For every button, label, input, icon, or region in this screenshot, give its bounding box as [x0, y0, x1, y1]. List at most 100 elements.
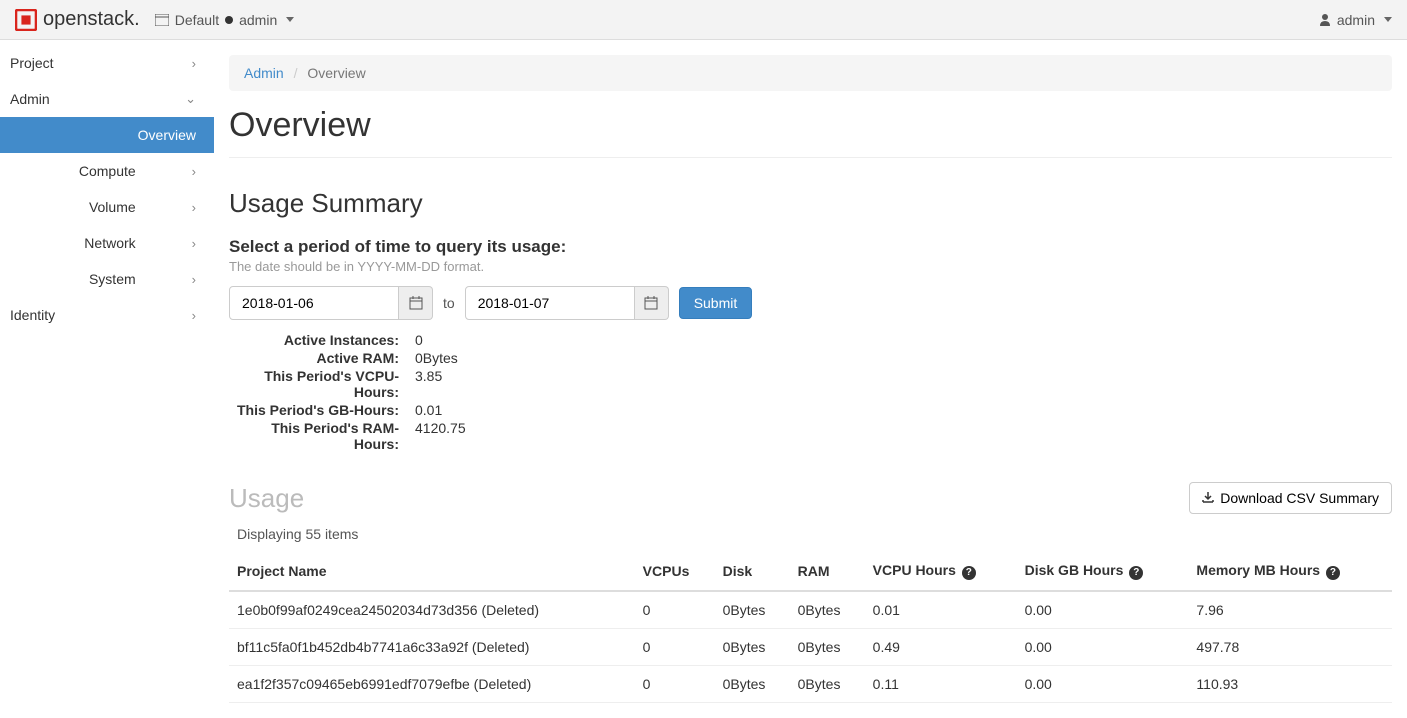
topbar: openstack. Default admin admin	[0, 0, 1407, 40]
chevron-down-icon: ⌄	[185, 91, 196, 107]
chevron-right-icon: ›	[192, 308, 196, 323]
column-header[interactable]: Memory MB Hours ?	[1188, 552, 1392, 591]
sidebar-item-project[interactable]: Project ›	[0, 45, 214, 81]
openstack-icon	[15, 9, 37, 31]
column-header[interactable]: RAM	[790, 552, 865, 591]
sidebar-item-system[interactable]: System ›	[0, 261, 214, 297]
submit-button[interactable]: Submit	[679, 287, 753, 319]
cell-name: 1e0b0f99af0249cea24502034d73d356 (Delete…	[229, 591, 635, 629]
query-hint: The date should be in YYYY-MM-DD format.	[229, 259, 1392, 274]
breadcrumb-separator: /	[294, 65, 298, 81]
cell-disk: 0Bytes	[715, 591, 790, 629]
cell-mem_mb_hours: 497.78	[1188, 628, 1392, 665]
sidebar-item-label: System	[89, 271, 136, 287]
stat-value: 4120.75	[415, 420, 466, 436]
chevron-right-icon: ›	[192, 272, 196, 287]
to-date-group	[465, 286, 669, 320]
stat-label: Active RAM:	[229, 350, 399, 366]
window-icon	[155, 14, 169, 26]
table-row: bf11c5fa0f1b452db4b7741a6c33a92f (Delete…	[229, 628, 1392, 665]
cell-mem_mb_hours: 110.93	[1188, 665, 1392, 702]
topbar-left: openstack. Default admin	[15, 8, 294, 31]
from-date-input[interactable]	[229, 286, 399, 320]
main-content: Admin / Overview Overview Usage Summary …	[214, 40, 1407, 718]
download-label: Download CSV Summary	[1220, 490, 1379, 506]
chevron-right-icon: ›	[192, 236, 196, 251]
caret-down-icon	[1384, 17, 1392, 22]
sidebar-item-label: Overview	[138, 127, 196, 143]
sidebar-item-label: Admin	[10, 91, 50, 107]
project-selector[interactable]: Default admin	[155, 12, 295, 28]
caret-down-icon	[286, 17, 294, 22]
stat-label: This Period's GB-Hours:	[229, 402, 399, 418]
user-icon	[1319, 13, 1331, 26]
stat-row: This Period's RAM-Hours: 4120.75	[229, 420, 1392, 452]
column-header[interactable]: Disk GB Hours ?	[1017, 552, 1189, 591]
stat-label: This Period's VCPU-Hours:	[229, 368, 399, 400]
dot-separator-icon	[225, 16, 233, 24]
sidebar: Project › Admin ⌄ Overview Compute › Vol…	[0, 40, 214, 718]
usage-header: Usage Download CSV Summary	[229, 482, 1392, 514]
stat-value: 0.01	[415, 402, 442, 418]
usage-summary-title: Usage Summary	[229, 188, 1392, 219]
calendar-icon	[644, 296, 658, 310]
breadcrumb: Admin / Overview	[229, 55, 1392, 91]
stats-block: Active Instances:0Active RAM:0BytesThis …	[229, 332, 1392, 452]
sidebar-item-network[interactable]: Network ›	[0, 225, 214, 261]
column-header[interactable]: VCPUs	[635, 552, 715, 591]
help-icon[interactable]: ?	[962, 566, 976, 580]
usage-table: Project Name VCPUs Disk RAM VCPU Hours ?…	[229, 552, 1392, 703]
sidebar-item-volume[interactable]: Volume ›	[0, 189, 214, 225]
cell-vcpus: 0	[635, 628, 715, 665]
breadcrumb-current: Overview	[307, 65, 365, 81]
table-header-row: Project Name VCPUs Disk RAM VCPU Hours ?…	[229, 552, 1392, 591]
table-row: 1e0b0f99af0249cea24502034d73d356 (Delete…	[229, 591, 1392, 629]
breadcrumb-parent[interactable]: Admin	[244, 65, 284, 81]
chevron-right-icon: ›	[192, 164, 196, 179]
stat-row: This Period's GB-Hours: 0.01	[229, 402, 1392, 418]
stat-value: 0	[415, 332, 423, 348]
from-calendar-button[interactable]	[399, 286, 433, 320]
cell-disk: 0Bytes	[715, 665, 790, 702]
stat-value: 3.85	[415, 368, 442, 384]
help-icon[interactable]: ?	[1326, 566, 1340, 580]
chevron-right-icon: ›	[192, 56, 196, 71]
from-date-group	[229, 286, 433, 320]
cell-vcpu_hours: 0.49	[865, 628, 1017, 665]
sidebar-item-label: Network	[84, 235, 135, 251]
download-csv-button[interactable]: Download CSV Summary	[1189, 482, 1392, 514]
help-icon[interactable]: ?	[1129, 566, 1143, 580]
user-menu[interactable]: admin	[1319, 12, 1392, 28]
cell-disk_gb_hours: 0.00	[1017, 665, 1189, 702]
to-date-input[interactable]	[465, 286, 635, 320]
column-header[interactable]: Disk	[715, 552, 790, 591]
cell-ram: 0Bytes	[790, 591, 865, 629]
sidebar-item-identity[interactable]: Identity ›	[0, 297, 214, 333]
sidebar-item-admin[interactable]: Admin ⌄	[0, 81, 214, 117]
brand-text: openstack.	[43, 8, 140, 31]
usage-title: Usage	[229, 483, 304, 514]
item-count: Displaying 55 items	[229, 526, 1392, 542]
sidebar-item-label: Compute	[79, 163, 136, 179]
cell-vcpus: 0	[635, 665, 715, 702]
column-header[interactable]: VCPU Hours ?	[865, 552, 1017, 591]
stat-label: Active Instances:	[229, 332, 399, 348]
sidebar-item-compute[interactable]: Compute ›	[0, 153, 214, 189]
to-label: to	[443, 295, 455, 311]
to-calendar-button[interactable]	[635, 286, 669, 320]
stat-row: This Period's VCPU-Hours: 3.85	[229, 368, 1392, 400]
cell-vcpus: 0	[635, 591, 715, 629]
column-header[interactable]: Project Name	[229, 552, 635, 591]
sidebar-item-label: Identity	[10, 307, 55, 323]
brand-logo[interactable]: openstack.	[15, 8, 140, 31]
download-icon	[1202, 492, 1214, 504]
sidebar-item-label: Volume	[89, 199, 136, 215]
stat-row: Active Instances: 0	[229, 332, 1392, 348]
table-row: ea1f2f357c09465eb6991edf7079efbe (Delete…	[229, 665, 1392, 702]
stat-label: This Period's RAM-Hours:	[229, 420, 399, 452]
query-label: Select a period of time to query its usa…	[229, 237, 1392, 257]
cell-mem_mb_hours: 7.96	[1188, 591, 1392, 629]
sidebar-item-overview[interactable]: Overview	[0, 117, 214, 153]
cell-vcpu_hours: 0.01	[865, 591, 1017, 629]
table-body: 1e0b0f99af0249cea24502034d73d356 (Delete…	[229, 591, 1392, 703]
